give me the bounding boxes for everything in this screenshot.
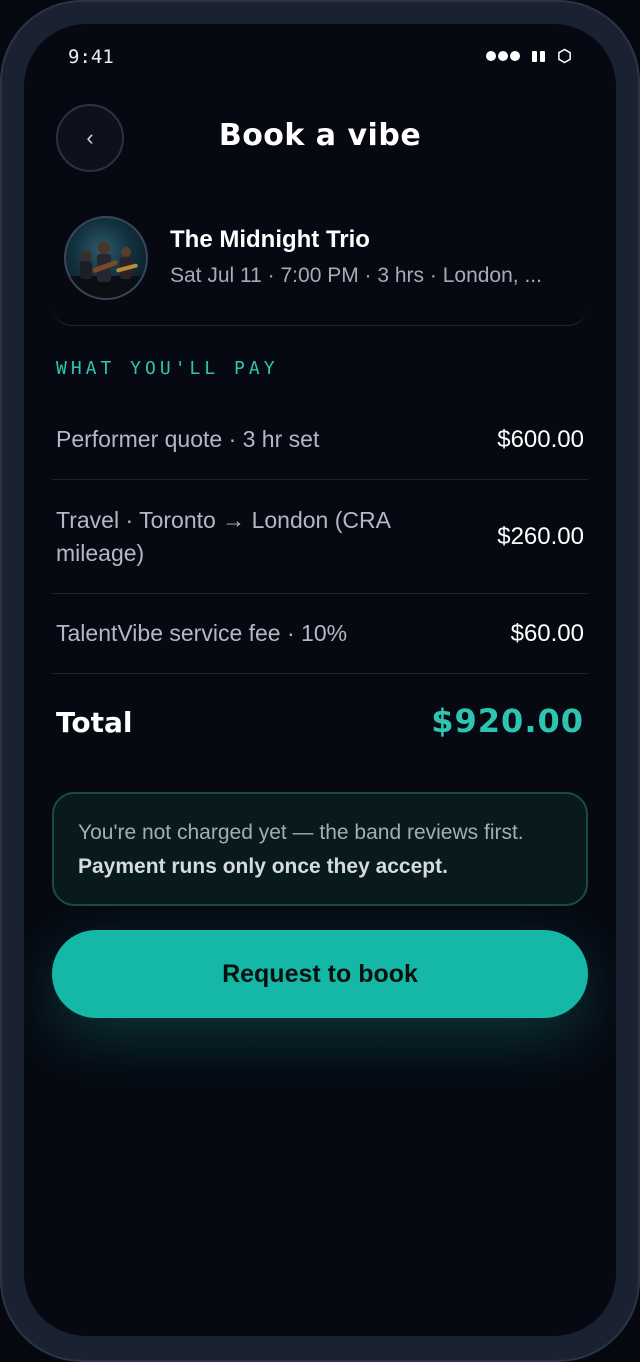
notice-emphasis: Payment runs only once they accept. bbox=[78, 855, 448, 878]
line-item-travel: Travel · Toronto → London (CRA mileage) … bbox=[52, 480, 588, 594]
payment-notice: You're not charged yet — the band review… bbox=[52, 792, 588, 906]
status-time: 9:41 bbox=[68, 46, 114, 68]
performer-avatar bbox=[64, 216, 148, 300]
signal-icon bbox=[486, 51, 520, 61]
line-item-amount: $60.00 bbox=[510, 619, 584, 647]
line-item-label: TalentVibe service fee · 10% bbox=[56, 620, 348, 646]
performer-name: The Midnight Trio bbox=[170, 226, 370, 253]
total-label: Total bbox=[56, 706, 133, 739]
line-item-label: Performer quote · 3 hr set bbox=[56, 426, 320, 452]
line-item-performer-quote: Performer quote · 3 hr set $600.00 bbox=[52, 400, 588, 480]
line-item-amount: $260.00 bbox=[497, 522, 584, 550]
notice-text: You're not charged yet — the band review… bbox=[78, 821, 524, 844]
request-to-book-button[interactable]: Request to book bbox=[52, 930, 588, 1018]
page-title: Book a vibe bbox=[218, 118, 422, 153]
line-item-service-fee: TalentVibe service fee · 10% $60.00 bbox=[52, 594, 588, 674]
performer-meta: Sat Jul 11 · 7:00 PM · 3 hrs · London, .… bbox=[170, 264, 542, 287]
section-label: WHAT YOU'LL PAY bbox=[56, 358, 279, 379]
line-item-amount: $600.00 bbox=[497, 425, 584, 453]
status-icons bbox=[486, 48, 572, 64]
performer-card[interactable]: The Midnight Trio Sat Jul 11 · 7:00 PM ·… bbox=[52, 204, 588, 326]
total-amount: $920.00 bbox=[431, 702, 584, 740]
line-item-label: Travel · Toronto → London (CRA mileage) bbox=[56, 506, 390, 566]
app-screen: 9:41 ‹ Book a vibe The Midnight Trio Sat… bbox=[24, 24, 616, 1336]
wifi-icon bbox=[532, 50, 545, 62]
battery-icon bbox=[558, 48, 571, 64]
